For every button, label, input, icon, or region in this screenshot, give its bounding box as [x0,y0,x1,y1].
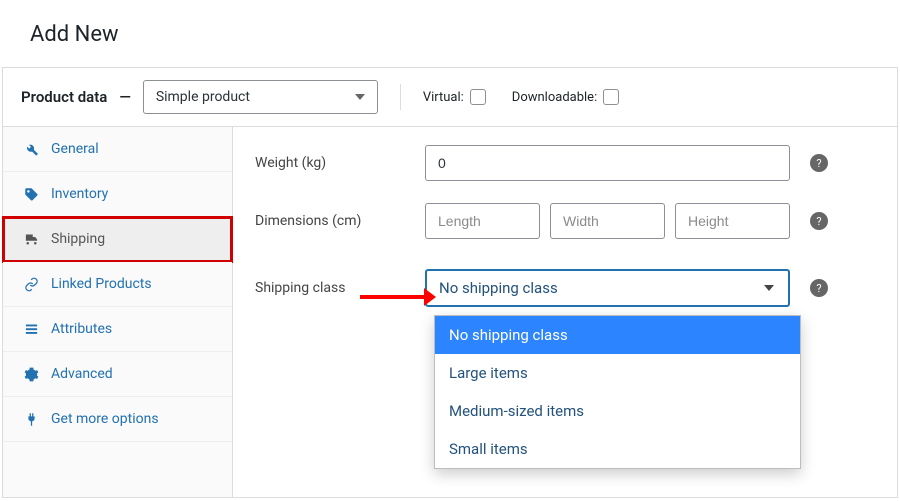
link-icon [23,277,39,292]
page-title: Add New [0,0,900,67]
tab-attributes[interactable]: Attributes [3,307,232,352]
truck-icon [23,232,39,247]
dash: — [119,88,131,106]
dropdown-option-large-items[interactable]: Large items [435,354,800,392]
help-icon[interactable]: ? [810,279,828,297]
width-input[interactable] [550,203,665,239]
tab-label: General [51,141,99,157]
tab-label: Get more options [51,411,159,427]
product-tabs: General Inventory Shipping [3,127,233,497]
shipping-class-label: Shipping class [255,280,425,296]
tab-label: Linked Products [51,276,152,292]
product-type-value: Simple product [156,89,250,105]
help-icon[interactable]: ? [810,212,828,230]
length-input[interactable] [425,203,540,239]
tab-inventory[interactable]: Inventory [3,172,232,217]
product-data-label: Product data [21,88,107,106]
dropdown-option-no-shipping-class[interactable]: No shipping class [435,316,800,354]
help-icon[interactable]: ? [810,154,828,172]
chevron-down-icon [764,285,774,291]
product-data-header: Product data — Simple product Virtual: D… [3,68,897,127]
dropdown-option-medium-sized-items[interactable]: Medium-sized items [435,392,800,430]
shipping-class-dropdown: No shipping class Large items Medium-siz… [434,315,801,469]
downloadable-label: Downloadable: [512,90,597,105]
dimensions-label: Dimensions (cm) [255,213,425,229]
chevron-down-icon [355,94,365,100]
shipping-class-select[interactable]: No shipping class [425,269,790,307]
plug-icon [23,412,39,427]
tab-advanced[interactable]: Advanced [3,352,232,397]
tab-shipping[interactable]: Shipping [3,217,232,262]
wrench-icon [23,142,39,157]
gear-icon [23,367,39,382]
virtual-checkbox[interactable] [470,89,486,105]
tab-linked-products[interactable]: Linked Products [3,262,232,307]
tag-icon [23,187,39,202]
height-input[interactable] [675,203,790,239]
weight-input[interactable] [425,145,790,181]
product-type-select[interactable]: Simple product [143,80,378,114]
tab-label: Shipping [51,231,105,247]
weight-label: Weight (kg) [255,155,425,171]
tab-more-options[interactable]: Get more options [3,397,232,442]
virtual-label: Virtual: [423,90,464,105]
shipping-class-value: No shipping class [439,279,558,297]
tab-label: Advanced [51,366,113,382]
separator [400,84,401,110]
tab-label: Inventory [51,186,108,202]
list-icon [23,322,39,337]
downloadable-checkbox[interactable] [603,89,619,105]
tab-general[interactable]: General [3,127,232,172]
tab-label: Attributes [51,321,112,337]
dropdown-option-small-items[interactable]: Small items [435,430,800,468]
